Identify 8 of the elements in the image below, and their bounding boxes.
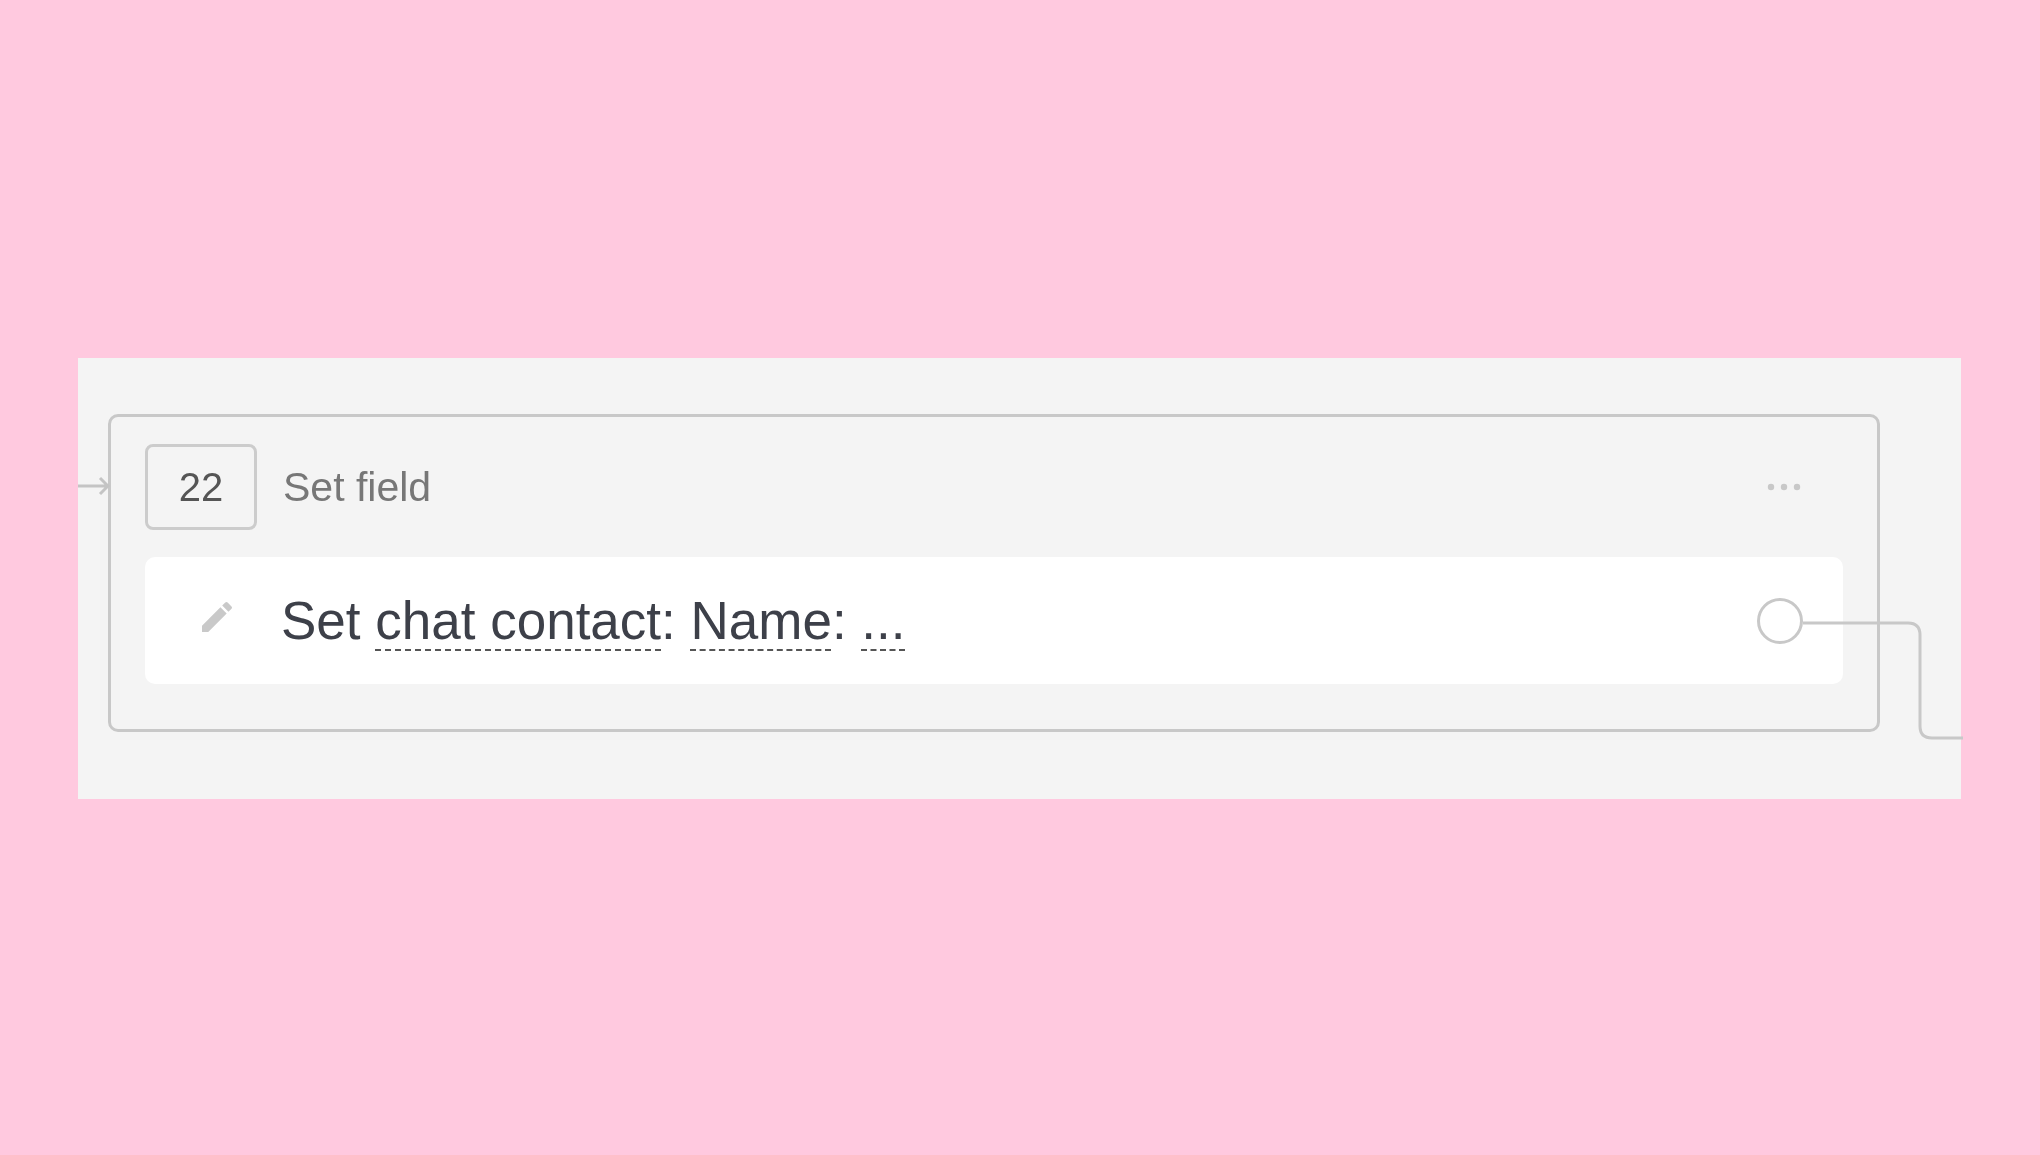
incoming-arrow (78, 476, 110, 496)
node-card[interactable]: 22 Set field Set chat contact: Name: ... (108, 414, 1880, 732)
step-number: 22 (145, 444, 257, 530)
node-title: Set field (283, 463, 432, 511)
more-icon[interactable] (1767, 482, 1801, 492)
action-text: Set chat contact: Name: ... (281, 590, 906, 651)
output-port[interactable] (1757, 597, 1803, 644)
action-row[interactable]: Set chat contact: Name: ... (145, 557, 1843, 684)
